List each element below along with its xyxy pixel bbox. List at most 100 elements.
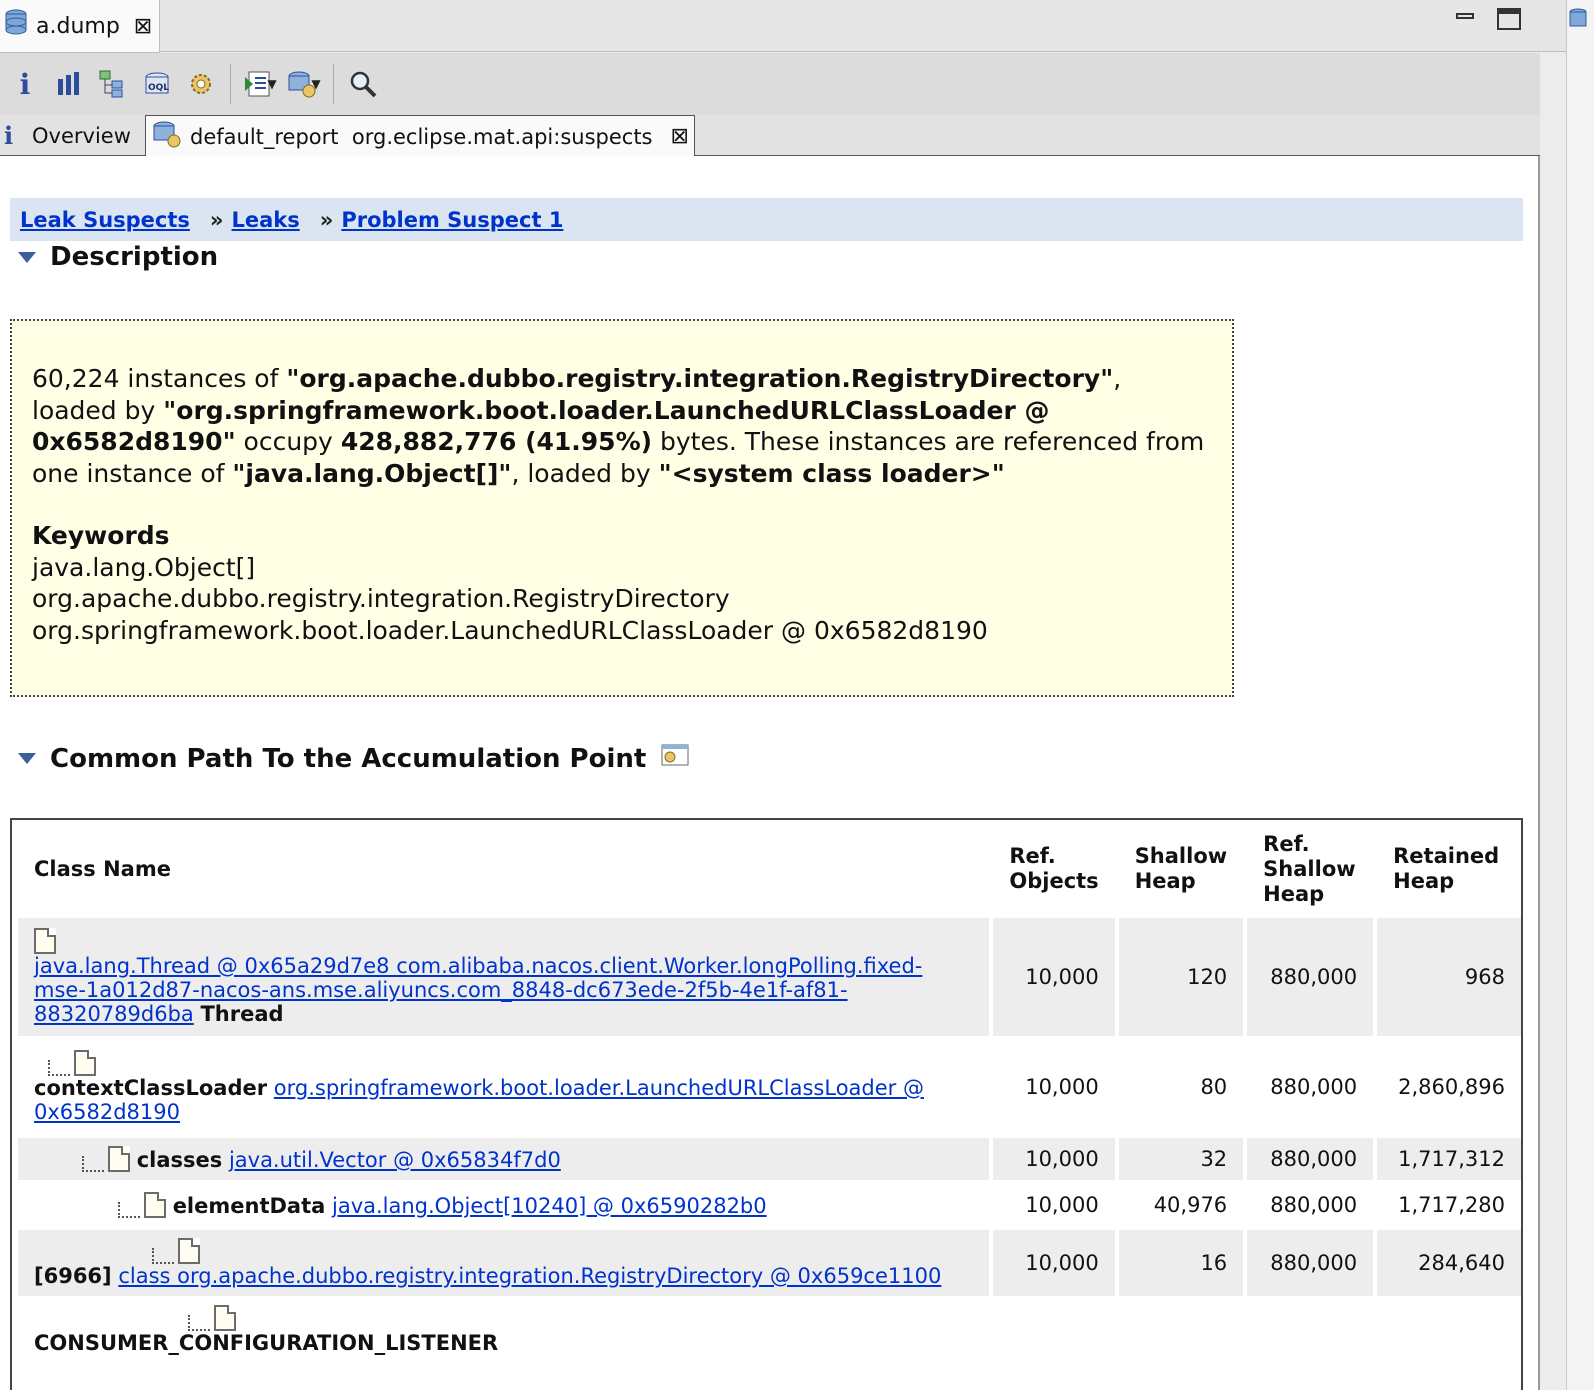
ref-objects-cell [993, 1299, 1115, 1365]
ref-shallow-heap-cell: 880,000 [1247, 918, 1374, 1036]
ref-shallow-heap-cell [1247, 1299, 1374, 1365]
tab-overview[interactable]: i Overview [4, 115, 144, 156]
collapse-triangle-icon[interactable] [18, 251, 36, 263]
report-content: Leak Suspects » Leaks » Problem Suspect … [0, 156, 1540, 1390]
ref-shallow-heap-cell: 880,000 [1247, 1230, 1374, 1296]
column-class-name[interactable]: Class Name [18, 823, 989, 915]
keyword-item: java.lang.Object[] [32, 552, 256, 582]
breadcrumb-problem-suspect-1[interactable]: Problem Suspect 1 [341, 208, 563, 232]
array-object-icon [144, 1192, 166, 1218]
shallow-heap-cell: 32 [1118, 1138, 1244, 1180]
section-title: Description [50, 242, 219, 272]
ref-objects-cell: 10,000 [993, 918, 1115, 1036]
ref-shallow-heap-cell: 880,000 [1247, 1039, 1374, 1135]
table-row[interactable]: CONSUMER_CONFIGURATION_LISTENER [18, 1299, 1521, 1365]
oql-icon[interactable]: OQL [138, 64, 176, 104]
tree-connector [188, 1315, 210, 1331]
breadcrumb-separator: » [319, 207, 334, 232]
keyword-item: org.apache.dubbo.registry.integration.Re… [32, 584, 730, 613]
ref-objects-cell: 10,000 [993, 1138, 1115, 1180]
minimize-icon[interactable] [1453, 8, 1477, 30]
query-browser-icon[interactable]: ▼ [241, 64, 279, 104]
retained-heap-cell: 2,860,896 [1377, 1039, 1521, 1135]
keywords-title: Keywords [32, 521, 170, 550]
thread-gear-icon[interactable] [182, 64, 220, 104]
field-object-icon [214, 1305, 236, 1331]
retained-heap-cell [1377, 1299, 1521, 1365]
column-shallow-heap[interactable]: Shallow Heap [1119, 823, 1243, 915]
field-name: elementData [172, 1194, 326, 1218]
table-row[interactable]: classes java.util.Vector @ 0x65834f7d0 1… [18, 1138, 1521, 1180]
column-retained-heap[interactable]: Retained Heap [1377, 823, 1521, 915]
editor-title-bar: a.dump ⊠ [0, 0, 1566, 53]
retained-heap-cell: 1,717,280 [1377, 1183, 1521, 1227]
common-path-header[interactable]: Common Path To the Accumulation Point [18, 742, 690, 775]
retained-heap-cell: 1,717,312 [1377, 1138, 1521, 1180]
object-link[interactable]: java.lang.Object[10240] @ 0x6590282b0 [332, 1194, 767, 1218]
info-icon: i [4, 121, 14, 150]
tree-connector [152, 1248, 174, 1264]
tab-default-report[interactable]: default_report org.eclipse.mat.api:suspe… [145, 115, 695, 157]
table-row[interactable]: elementData java.lang.Object[10240] @ 0x… [18, 1183, 1521, 1227]
field-name: contextClassLoader [34, 1076, 268, 1100]
tree-connector [82, 1156, 104, 1172]
table-row[interactable]: [6966] class org.apache.dubbo.registry.i… [18, 1230, 1521, 1296]
column-ref-objects[interactable]: Ref. Objects [993, 823, 1114, 915]
heap-dump-icon [4, 8, 28, 44]
keyword-item: org.springframework.boot.loader.Launched… [32, 615, 988, 645]
search-icon[interactable] [344, 64, 382, 104]
object-link[interactable]: java.util.Vector @ 0x65834f7d0 [229, 1148, 561, 1172]
classloader-object-icon [74, 1050, 96, 1076]
shallow-heap-cell: 40,976 [1118, 1183, 1244, 1227]
object-link[interactable]: class org.apache.dubbo.registry.integrat… [118, 1264, 941, 1288]
description-box: 60,224 instances of "org.apache.dubbo.re… [10, 319, 1234, 697]
dominator-tree-icon[interactable] [94, 64, 132, 104]
close-icon[interactable]: ⊠ [671, 124, 689, 149]
ref-objects-cell: 10,000 [993, 1230, 1115, 1296]
retained-heap-cell: 284,640 [1377, 1230, 1521, 1296]
toolbar: i OQL ▼ ▼ [0, 53, 1540, 115]
result-tabs: i Overview default_report org.eclipse.ma… [0, 115, 1540, 157]
close-icon[interactable]: ⊠ [134, 14, 152, 39]
heap-dump-icon [1568, 6, 1588, 40]
tab-overview-label: Overview [32, 123, 131, 148]
heap-dump-editor: a.dump ⊠ i OQL ▼ ▼ i Overview default_re… [0, 0, 1566, 1390]
info-icon[interactable]: i [6, 64, 44, 104]
table-row[interactable]: java.lang.Thread @ 0x65a29d7e8 com.aliba… [18, 918, 1521, 1036]
svg-text:OQL: OQL [148, 83, 169, 93]
tree-connector [118, 1202, 140, 1218]
ref-objects-cell: 10,000 [993, 1039, 1115, 1135]
shallow-heap-cell: 120 [1118, 918, 1244, 1036]
vector-object-icon [108, 1146, 130, 1172]
editor-tab-label: a.dump [36, 13, 120, 39]
description-text: 60,224 instances of "org.apache.dubbo.re… [32, 364, 1205, 488]
breadcrumb-separator: » [209, 207, 224, 232]
class-object-icon [178, 1238, 200, 1264]
collapse-triangle-icon[interactable] [18, 753, 36, 764]
table-row[interactable]: contextClassLoader org.springframework.b… [18, 1039, 1521, 1135]
field-name: classes [136, 1148, 223, 1172]
shallow-heap-cell: 16 [1118, 1230, 1244, 1296]
ref-shallow-heap-cell: 880,000 [1247, 1138, 1374, 1180]
breadcrumb-leak-suspects[interactable]: Leak Suspects [20, 208, 190, 232]
editor-tab-a-dump[interactable]: a.dump ⊠ [0, 0, 160, 53]
shallow-heap-cell [1118, 1299, 1244, 1365]
retained-heap-cell: 968 [1377, 918, 1521, 1036]
tree-connector [48, 1060, 70, 1076]
shallow-heap-cell: 80 [1118, 1039, 1244, 1135]
maximize-icon[interactable] [1497, 8, 1521, 30]
description-header[interactable]: Description [18, 242, 218, 272]
thread-object-icon [34, 928, 56, 954]
object-link[interactable]: java.lang.Thread @ 0x65a29d7e8 com.aliba… [34, 954, 922, 1026]
report-gear-icon [152, 119, 182, 154]
object-suffix: Thread [200, 1002, 284, 1026]
section-title: Common Path To the Accumulation Point [50, 743, 647, 774]
breadcrumb: Leak Suspects » Leaks » Problem Suspect … [10, 198, 1523, 241]
open-in-table-icon[interactable] [660, 742, 690, 775]
field-name: CONSUMER_CONFIGURATION_LISTENER [34, 1331, 499, 1355]
heap-dump-gear-icon[interactable]: ▼ [285, 64, 323, 104]
breadcrumb-leaks[interactable]: Leaks [232, 208, 300, 232]
histogram-icon[interactable] [50, 64, 88, 104]
ref-objects-cell: 10,000 [993, 1183, 1115, 1227]
column-ref-shallow-heap[interactable]: Ref. Shallow Heap [1247, 823, 1373, 915]
